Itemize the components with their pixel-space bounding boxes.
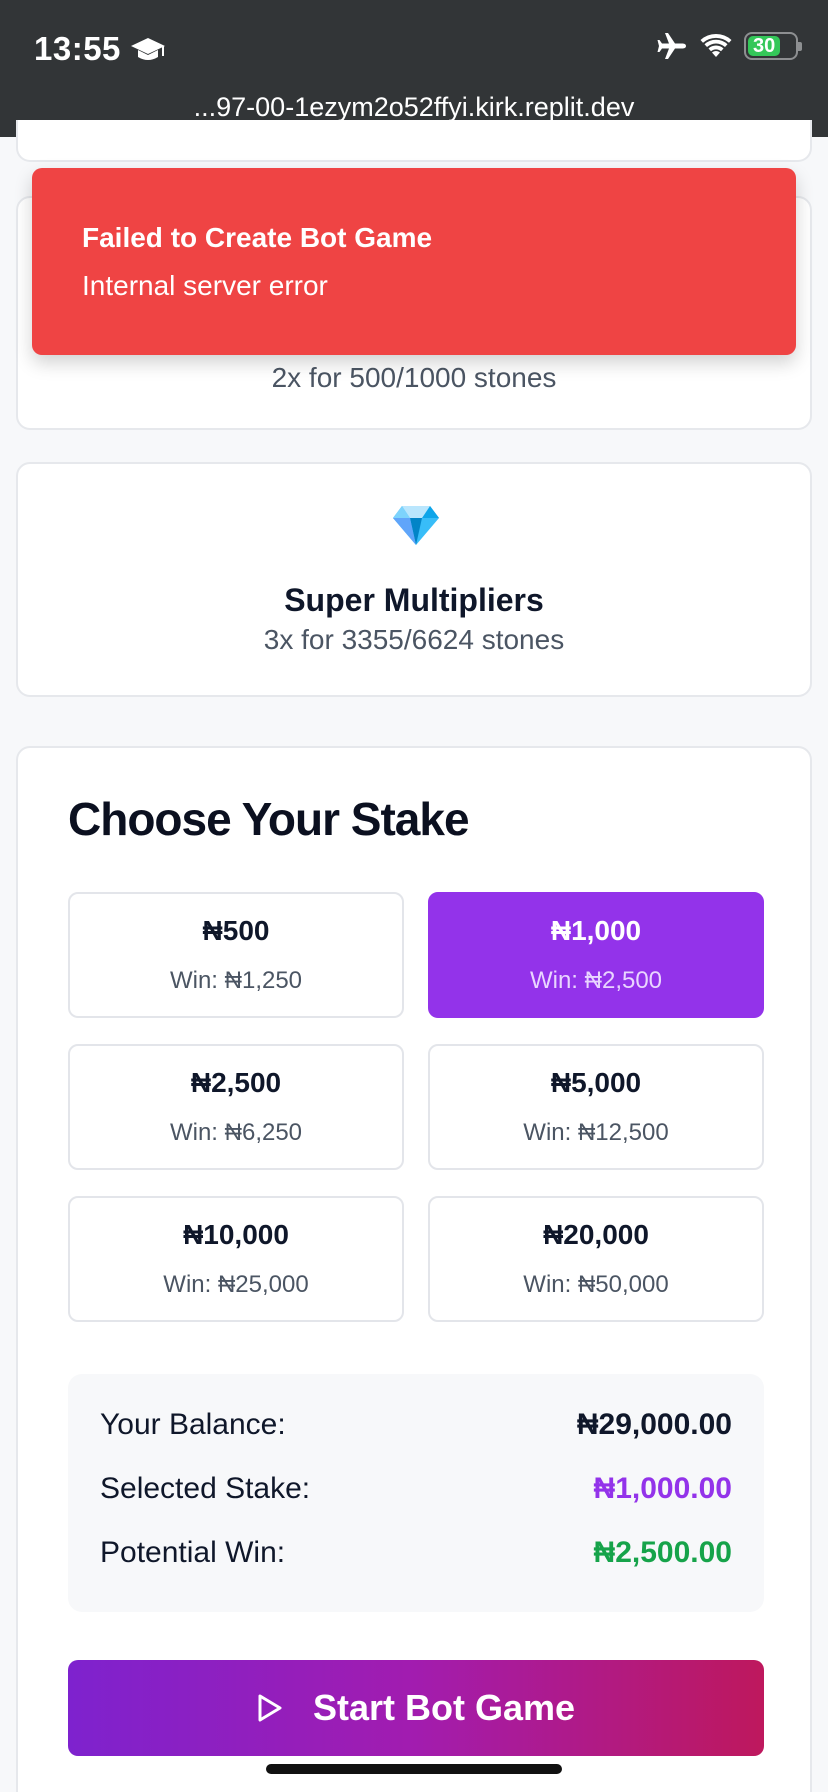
previous-card-edge (16, 120, 812, 162)
stake-win: Win: ₦50,000 (523, 1271, 669, 1298)
stake-win: Win: ₦12,500 (523, 1119, 669, 1146)
stake-option-20000[interactable]: ₦20,000 Win: ₦50,000 (428, 1196, 764, 1322)
start-bot-game-button[interactable]: Start Bot Game (68, 1660, 764, 1756)
stake-option-500[interactable]: ₦500 Win: ₦1,250 (68, 892, 404, 1018)
battery-icon: 30 (744, 32, 802, 60)
multipliers-subtitle: 2x for 500/1000 stones (271, 362, 557, 393)
stake-win: Win: ₦6,250 (169, 1119, 303, 1146)
stake-options-grid: ₦500 Win: ₦1,250 ₦1,000 Win: ₦2,500 ₦2,5… (68, 892, 764, 1322)
status-icons: 30 (656, 32, 802, 60)
super-multipliers-subtitle: 3x for 3355/6624 stones (263, 624, 565, 655)
balance-row: Your Balance: ₦29,000.00 (100, 1408, 732, 1442)
url-bar[interactable]: ...97-00-1ezym2o52ffyi.kirk.replit.dev (0, 92, 828, 123)
stake-amount: ₦1,000 (550, 915, 642, 946)
stake-option-5000[interactable]: ₦5,000 Win: ₦12,500 (428, 1044, 764, 1170)
airplane-icon (657, 33, 686, 59)
stake-amount: ₦5,000 (550, 1067, 642, 1098)
toast-title: Failed to Create Bot Game (82, 222, 433, 253)
home-indicator[interactable] (266, 1764, 562, 1774)
selected-stake-label: Selected Stake: (100, 1472, 311, 1505)
selected-stake-row: Selected Stake: ₦1,000.00 (100, 1472, 732, 1506)
potential-win-label: Potential Win: (100, 1536, 286, 1569)
toast-message: Internal server error (82, 270, 328, 301)
stake-summary: Your Balance: ₦29,000.00 Selected Stake:… (68, 1374, 764, 1612)
potential-win-row: Potential Win: ₦2,500.00 (100, 1536, 732, 1570)
gem-icon (393, 506, 439, 545)
selected-stake-value: ₦1,000.00 (593, 1472, 732, 1505)
balance-label: Your Balance: (100, 1408, 286, 1441)
stake-card: Choose Your Stake ₦500 Win: ₦1,250 ₦1,00… (16, 746, 812, 1792)
balance-value: ₦29,000.00 (576, 1408, 732, 1441)
play-icon (258, 1694, 282, 1722)
potential-win-value: ₦2,500.00 (593, 1536, 732, 1569)
battery-level: 30 (748, 35, 781, 57)
stake-option-2500[interactable]: ₦2,500 Win: ₦6,250 (68, 1044, 404, 1170)
super-multipliers-title: Super Multipliers (284, 582, 544, 618)
stake-heading: Choose Your Stake (68, 793, 470, 845)
status-time: 13:55 (34, 30, 167, 68)
stake-amount: ₦2,500 (190, 1067, 282, 1098)
stake-amount: ₦500 (202, 915, 270, 946)
browser-top-bar: 13:55 30 ...97-00-1ezym2o52ffyi.kirk.rep… (0, 0, 828, 137)
graduation-cap-icon (130, 38, 165, 60)
stake-win: Win: ₦25,000 (163, 1271, 309, 1298)
stake-option-1000[interactable]: ₦1,000 Win: ₦2,500 (428, 892, 764, 1018)
super-multipliers-card: Super Multipliers 3x for 3355/6624 stone… (16, 462, 812, 697)
start-button-label: Start Bot Game (312, 1687, 576, 1728)
wifi-icon (700, 33, 732, 57)
stake-win: Win: ₦2,500 (529, 967, 663, 994)
stake-amount: ₦20,000 (543, 1219, 649, 1250)
stake-option-10000[interactable]: ₦10,000 Win: ₦25,000 (68, 1196, 404, 1322)
stake-win: Win: ₦1,250 (169, 967, 303, 994)
error-toast[interactable]: Failed to Create Bot Game Internal serve… (32, 168, 796, 355)
stake-amount: ₦10,000 (183, 1219, 289, 1250)
time-text: 13:55 (34, 30, 121, 67)
